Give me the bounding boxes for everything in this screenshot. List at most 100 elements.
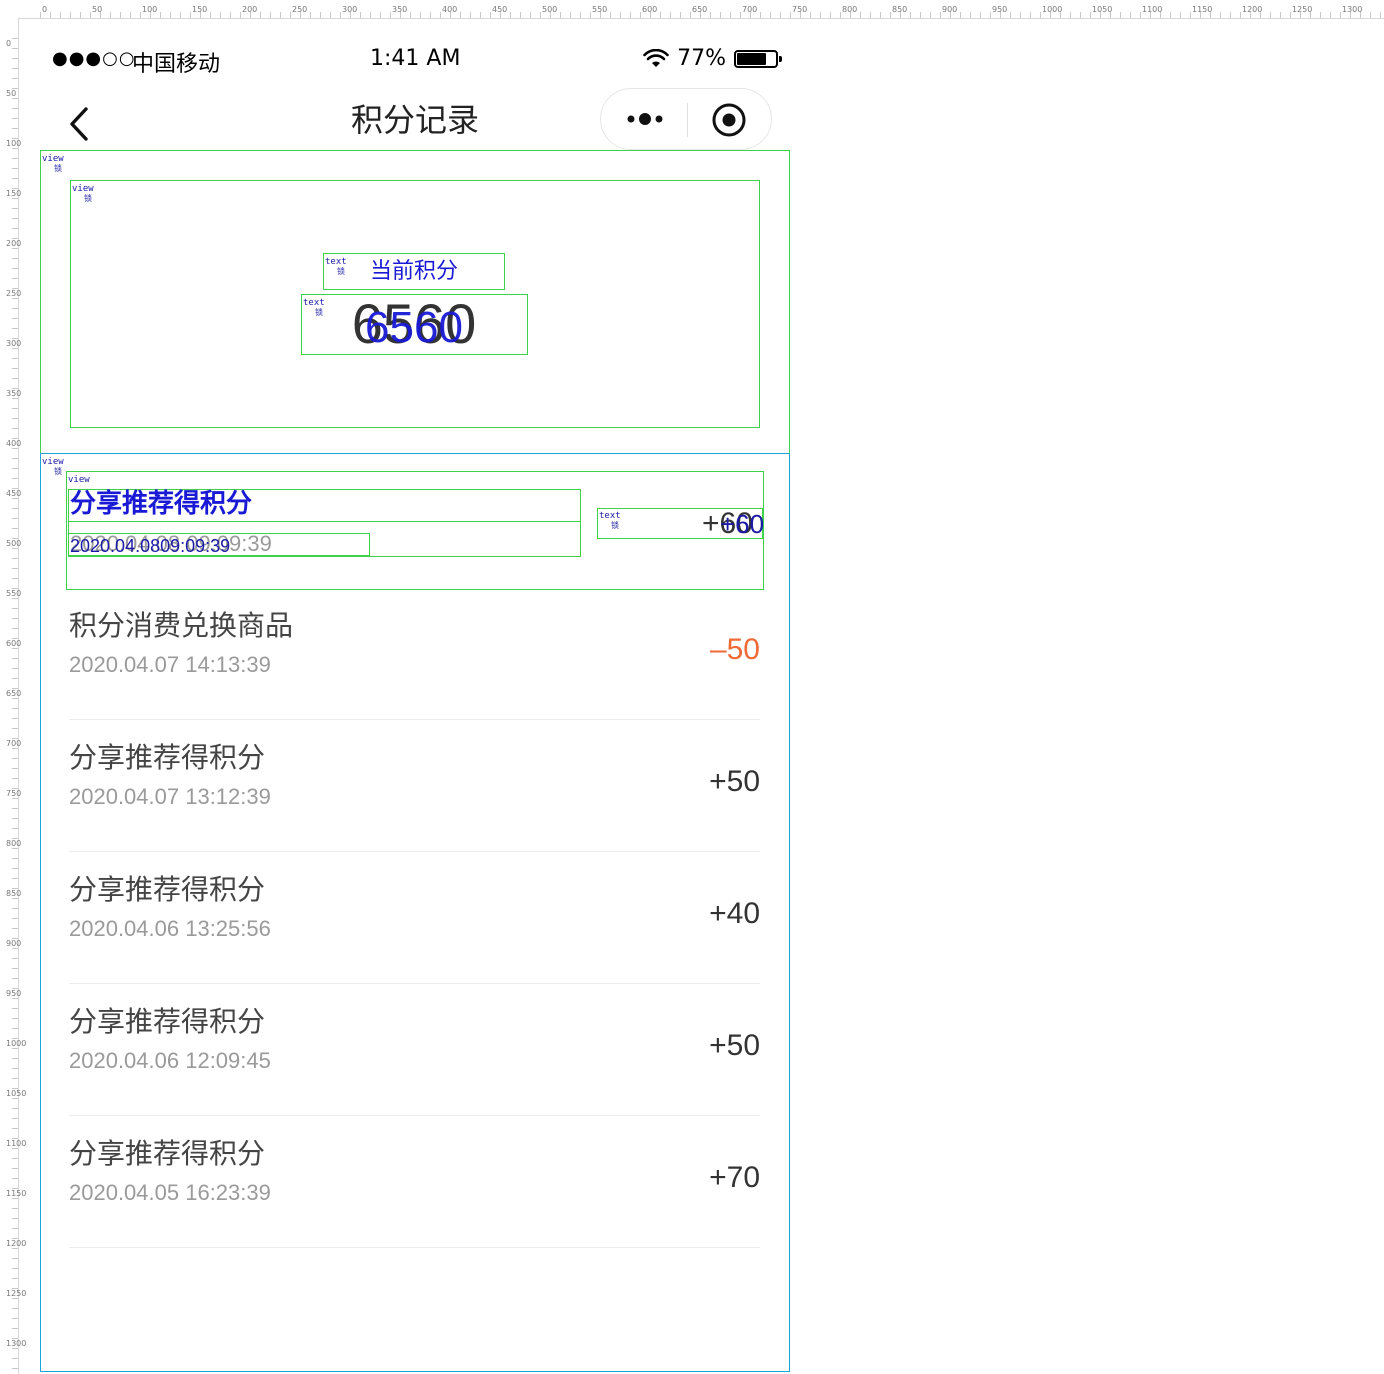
clock: 1:41 AM [370,46,461,71]
lock-icon: 锁 [54,467,62,476]
ruler-left-label: 1200 [6,1239,27,1248]
view-tag: view [42,154,64,164]
ruler-left-label: 50 [6,89,17,98]
battery-icon [734,49,782,68]
ruler-left-label: 550 [6,589,22,598]
ruler-left-label: 1250 [6,1289,27,1298]
list-item[interactable]: 分享推荐得积分 2020.04.06 13:25:56 +40 [69,852,760,984]
record-points: +70 [709,1161,760,1194]
ruler-top-label: 1250 [1292,5,1313,14]
ruler-top-label: 1150 [1192,5,1213,14]
close-target-icon[interactable] [711,102,747,138]
record-points: +50 [709,1029,760,1062]
ruler-left-label: 950 [6,989,22,998]
ruler-top-label: 850 [892,5,908,14]
ruler-top-label: 100 [142,5,158,14]
view-tag: view [68,475,90,485]
record-points-overlay: +60 [720,509,765,539]
text-tag: text [599,511,621,521]
ruler-top-label: 700 [742,5,758,14]
record-time-overlay: 2020.04.0809:09:39 [70,536,231,556]
current-points-value-overlay: 6560 [365,303,463,352]
ruler-left-label: 750 [6,789,22,798]
ruler-top-label: 300 [342,5,358,14]
ruler-left-label: 1100 [6,1139,27,1148]
ruler-left-label: 800 [6,839,22,848]
carrier-name: 中国移动 [132,52,221,77]
ruler-top-label: 750 [792,5,808,14]
ruler-top-label: 450 [492,5,508,14]
battery-percent: 77% [677,46,726,71]
ruler-left-label: 350 [6,389,22,398]
ruler-top-label: 950 [992,5,1008,14]
ruler-left-label: 1050 [6,1089,27,1098]
view-tag: view [72,184,94,194]
nav-bar: 积分记录 [40,88,790,150]
record-points: –50 [709,633,760,666]
ruler-left-label: 900 [6,939,22,948]
record-title: 分享推荐得积分 [69,1137,266,1170]
list-item[interactable]: 分享推荐得积分 2020.04.07 13:12:39 +50 [69,720,760,852]
ruler-top-label: 1100 [1142,5,1163,14]
wifi-icon [643,48,669,67]
ruler-top-label: 150 [192,5,208,14]
ruler-left-label: 300 [6,339,22,348]
ruler-top-label: 200 [242,5,258,14]
battery-level [737,52,766,65]
ruler-left-label: 700 [6,739,22,748]
current-points-label: 当前积分 [369,259,458,284]
record-title: 分享推荐得积分 [70,489,253,519]
ruler-left-label: 200 [6,239,22,248]
ruler-left-label: 650 [6,689,22,698]
device-screen: ●●●○○ 中国移动 1:41 AM 77% 积分记录 view 锁 view … [40,20,790,1372]
ruler-left-label: 400 [6,439,22,448]
list-item[interactable]: 积分消费兑换商品 2020.04.07 14:13:39 –50 [69,588,760,720]
ruler-left-label: 150 [6,189,22,198]
ruler-top-label: 1050 [1092,5,1113,14]
ruler-left-label: 500 [6,539,22,548]
ruler-left-label: 100 [6,139,22,148]
signal-strength: ●●●○○ [52,48,136,69]
record-time: 2020.04.07 13:12:39 [69,784,271,809]
ruler-top-label: 650 [692,5,708,14]
ruler-top-label: 800 [842,5,858,14]
lock-icon: 锁 [611,521,619,530]
list-item[interactable]: 分享推荐得积分 2020.04.05 16:23:39 +70 [69,1116,760,1248]
ruler-top-label: 1300 [1342,5,1363,14]
more-dots-icon[interactable] [625,109,665,129]
record-title: 分享推荐得积分 [69,741,266,774]
record-time: 2020.04.06 13:25:56 [69,916,271,941]
record-time: 2020.04.07 14:13:39 [69,652,271,677]
ruler-top-label: 500 [542,5,558,14]
ruler-top-label: 0 [42,5,48,14]
ruler-left-label: 600 [6,639,22,648]
ruler-top-label: 900 [942,5,958,14]
capsule-divider [687,103,688,137]
ruler-left-label: 1300 [6,1339,27,1348]
record-points: +50 [709,765,760,798]
ruler-left-label: 0 [6,39,12,48]
record-title: 分享推荐得积分 [69,1005,266,1038]
ruler-top-label: 1000 [1042,5,1063,14]
record-title: 分享推荐得积分 [69,873,266,906]
ruler-top-label: 350 [392,5,408,14]
view-tag: view [42,457,64,467]
record-time: 2020.04.06 12:09:45 [69,1048,271,1073]
status-right: 77% [643,46,782,71]
ruler-left-label: 1150 [6,1189,27,1198]
record-title: 积分消费兑换商品 [69,609,294,642]
ruler-left-label: 850 [6,889,22,898]
mini-program-capsule [600,88,772,150]
record-time: 2020.04.05 16:23:39 [69,1180,271,1205]
lock-icon: 锁 [84,194,92,203]
ruler-top-label: 50 [92,5,103,14]
ruler-left-label: 450 [6,489,22,498]
ruler-top-label: 600 [642,5,658,14]
ruler-top-label: 1200 [1242,5,1263,14]
ruler-top-label: 400 [442,5,458,14]
ruler-top-label: 250 [292,5,308,14]
ruler-top-label: 550 [592,5,608,14]
list-item[interactable]: 分享推荐得积分 2020.04.06 12:09:45 +50 [69,984,760,1116]
ruler-left-label: 250 [6,289,22,298]
lock-icon: 锁 [54,164,62,173]
